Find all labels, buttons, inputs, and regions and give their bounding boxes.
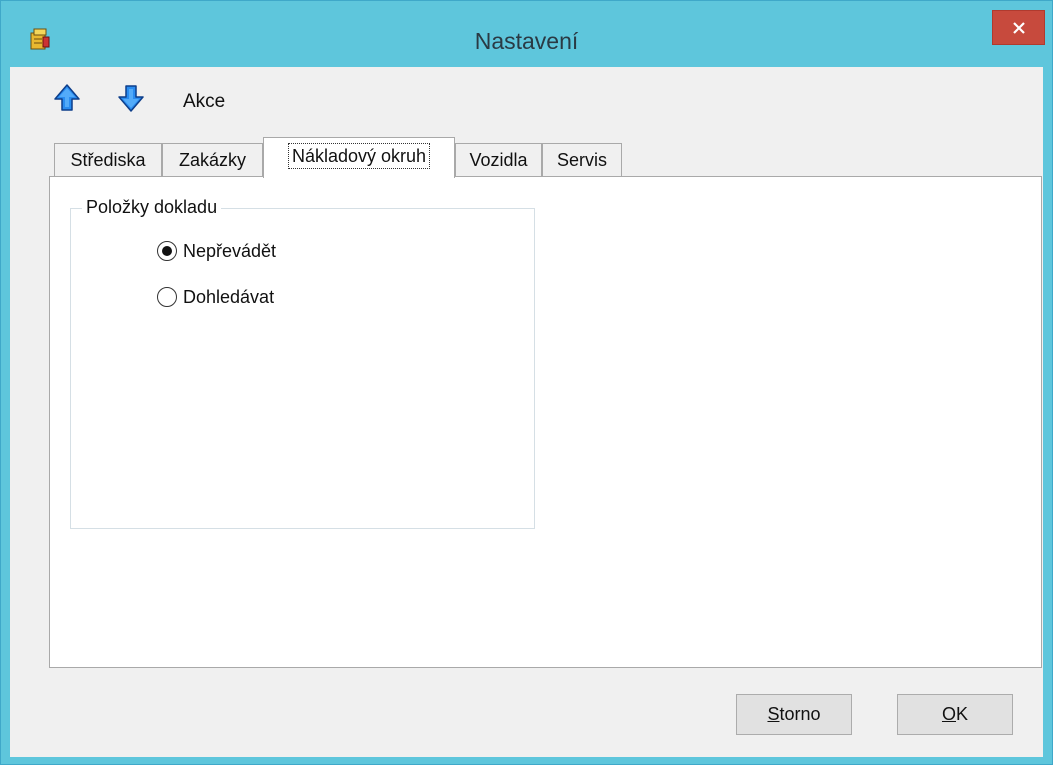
ok-label: K [956,704,969,724]
ok-mnemonic: O [941,704,956,724]
tab-nakladovy-okruh[interactable]: Nákladový okruh [263,137,455,178]
storno-label: torno [779,704,821,724]
dialog-client-area: Akce Střediska Zakázky Nákladový okruh V… [10,67,1043,757]
radio-label: Dohledávat [183,286,275,307]
storno-button[interactable]: Storno [736,694,852,735]
ok-button[interactable]: OK [897,694,1013,735]
groupbox-label: Položky dokladu [82,197,222,218]
radio-label: Nepřevádět [183,240,277,261]
tab-strediska[interactable]: Střediska [54,143,162,177]
radio-dohledavat[interactable]: Dohledávat [157,285,274,309]
radio-button-checked[interactable] [157,241,177,261]
arrow-down-icon [118,85,144,112]
tab-panel: Položky dokladu Nepřevádět Dohledávat [49,176,1042,668]
tab-zakazky[interactable]: Zakázky [162,143,263,177]
akce-menu[interactable]: Akce [183,91,225,113]
close-icon [1013,22,1025,34]
move-up-button[interactable] [53,83,81,113]
close-button[interactable] [992,10,1045,45]
groupbox-polozky-dokladu: Položky dokladu Nepřevádět Dohledávat [70,197,535,529]
window-title: Nastavení [474,28,579,54]
title-bar[interactable]: Nastavení [1,1,1052,67]
radio-button[interactable] [157,287,177,307]
arrow-up-icon [54,84,80,111]
dialog-window: Nastavení Akce Střediska Zakázky Náklado… [0,0,1053,765]
move-down-button[interactable] [117,83,145,113]
tab-vozidla[interactable]: Vozidla [455,143,542,177]
radio-neprevadet[interactable]: Nepřevádět [157,239,276,263]
tab-servis[interactable]: Servis [542,143,622,177]
storno-mnemonic: S [767,704,780,724]
tab-label: Nákladový okruh [287,143,431,169]
